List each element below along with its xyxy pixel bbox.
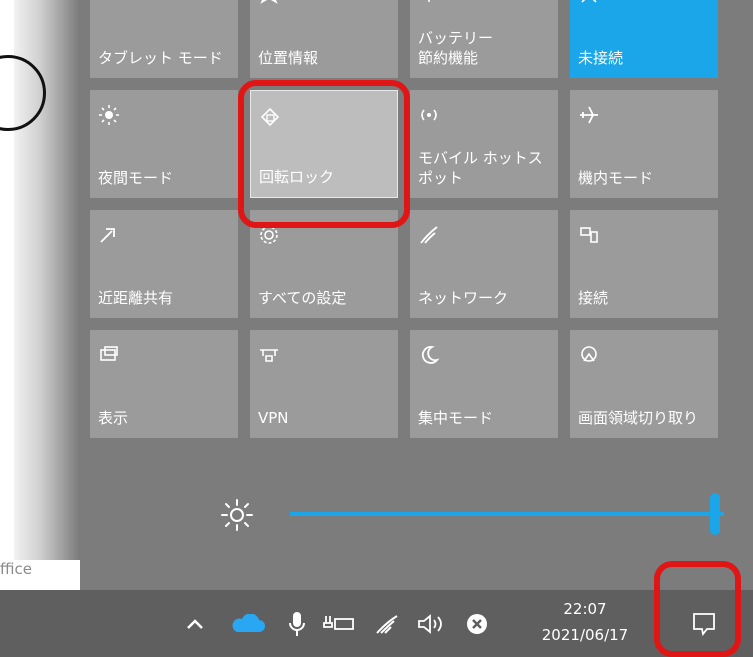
tile-label: ネットワーク bbox=[418, 289, 509, 307]
tile-label: モバイル ホットスポット bbox=[418, 149, 543, 187]
tile-network[interactable]: ネットワーク bbox=[410, 210, 558, 318]
tile-label: 位置情報 bbox=[258, 49, 319, 67]
tile-night-light[interactable]: 夜間モード bbox=[90, 90, 238, 198]
connect-icon bbox=[578, 224, 600, 246]
tile-label: VPN bbox=[258, 409, 289, 427]
project-icon bbox=[98, 344, 120, 366]
volume-icon[interactable] bbox=[414, 612, 448, 636]
tile-battery-saver[interactable]: バッテリー 節約機能 bbox=[410, 0, 558, 78]
network-icon bbox=[578, 0, 600, 6]
onedrive-cloud-icon[interactable] bbox=[230, 612, 266, 636]
mobile-hotspot-icon bbox=[418, 104, 440, 126]
taskbar-clock[interactable]: 22:07 2021/06/17 bbox=[530, 596, 640, 648]
wifi-icon bbox=[418, 224, 440, 246]
tile-connect[interactable]: 接続 bbox=[570, 210, 718, 318]
tile-label: 未接続 bbox=[578, 49, 624, 67]
tile-label: 表示 bbox=[98, 409, 129, 427]
tile-tablet-mode[interactable]: タブレット モード bbox=[90, 0, 238, 78]
tile-all-settings[interactable]: すべての設定 bbox=[250, 210, 398, 318]
wifi-signal-icon[interactable] bbox=[372, 612, 402, 636]
tile-focus-assist[interactable]: 集中モード bbox=[410, 330, 558, 438]
clock-time: 22:07 bbox=[563, 600, 607, 618]
tile-rotation-lock[interactable]: 回転ロック bbox=[250, 90, 398, 198]
tile-label: タブレット モード bbox=[98, 49, 223, 67]
tile-vpn[interactable]: VPN bbox=[250, 330, 398, 438]
tile-project[interactable]: 表示 bbox=[90, 330, 238, 438]
night-light-icon bbox=[98, 104, 120, 126]
brightness-track[interactable] bbox=[290, 512, 724, 516]
brightness-thumb[interactable] bbox=[710, 493, 720, 535]
battery-saver-icon bbox=[418, 0, 440, 6]
tile-mobile-hotspot[interactable]: モバイル ホットスポット bbox=[410, 90, 558, 198]
moon-icon bbox=[418, 344, 440, 366]
tile-label: バッテリー 節約機能 bbox=[418, 29, 494, 67]
vpn-icon bbox=[258, 344, 280, 366]
tile-label: 機内モード bbox=[578, 169, 654, 187]
tile-label: 夜間モード bbox=[98, 169, 174, 187]
notification-button[interactable] bbox=[668, 590, 740, 657]
battery-plug-icon[interactable] bbox=[322, 612, 356, 636]
sun-icon bbox=[221, 499, 253, 531]
taskbar: 22:07 2021/06/17 bbox=[0, 590, 753, 657]
tile-label: すべての設定 bbox=[258, 289, 347, 307]
tile-snip[interactable]: 画面領域切り取り bbox=[570, 330, 718, 438]
tile-label: 近距離共有 bbox=[98, 289, 174, 307]
rotation-lock-icon bbox=[259, 105, 281, 127]
tile-label: 集中モード bbox=[418, 409, 494, 427]
notification-icon bbox=[693, 612, 715, 636]
brightness-slider[interactable] bbox=[220, 490, 740, 540]
chevron-up-icon[interactable] bbox=[180, 612, 210, 636]
tile-label: 画面領域切り取り bbox=[578, 409, 699, 427]
background-text-fragment: ffice bbox=[0, 560, 32, 578]
action-center-panel: タブレット モード 位置情報 バッテリー 節約機能未接続夜間モード 回転ロック モバイル… bbox=[80, 0, 753, 590]
clock-date: 2021/06/17 bbox=[541, 626, 629, 644]
tile-airplane-mode[interactable]: 機内モード bbox=[570, 90, 718, 198]
microphone-icon[interactable] bbox=[284, 612, 310, 636]
tile-label: 接続 bbox=[578, 289, 609, 307]
tile-location[interactable]: 位置情報 bbox=[250, 0, 398, 78]
tile-vpn-top[interactable]: 未接続 bbox=[570, 0, 718, 78]
tile-label: 回転ロック bbox=[259, 168, 335, 186]
tablet-mode-icon bbox=[98, 0, 120, 6]
tile-nearby-share[interactable]: 近距離共有 bbox=[90, 210, 238, 318]
close-circle-icon[interactable] bbox=[462, 612, 492, 636]
nearby-share-icon bbox=[98, 224, 120, 246]
location-icon bbox=[258, 0, 280, 6]
snip-icon bbox=[578, 344, 600, 366]
gear-icon bbox=[258, 224, 280, 246]
airplane-icon bbox=[578, 104, 600, 126]
